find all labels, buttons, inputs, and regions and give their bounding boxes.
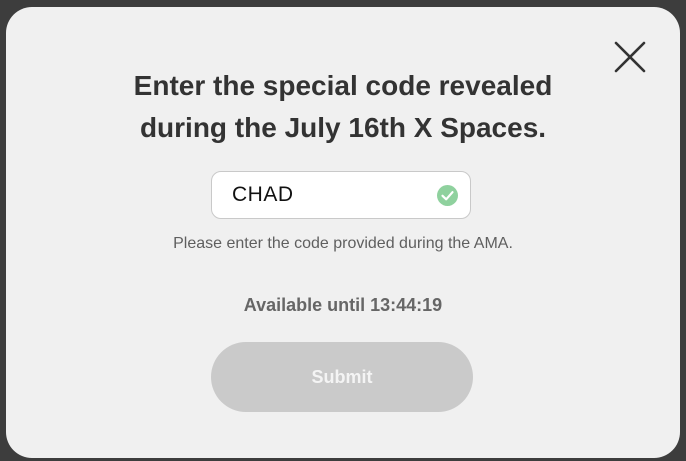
check-circle-icon xyxy=(437,185,458,206)
modal-title-line-1: Enter the special code revealed xyxy=(133,70,553,101)
availability-countdown: Available until 13:44:19 xyxy=(243,295,443,315)
code-field[interactable] xyxy=(211,171,471,219)
code-entry-modal: Enter the special code revealed during t… xyxy=(6,7,680,458)
submit-button[interactable]: Submit xyxy=(211,342,473,412)
modal-title-line-2: during the July 16th X Spaces. xyxy=(139,112,547,143)
code-hint: Please enter the code provided during th… xyxy=(173,235,513,252)
code-input[interactable] xyxy=(232,172,422,218)
modal-title: Enter the special code revealed during t… xyxy=(6,65,680,149)
